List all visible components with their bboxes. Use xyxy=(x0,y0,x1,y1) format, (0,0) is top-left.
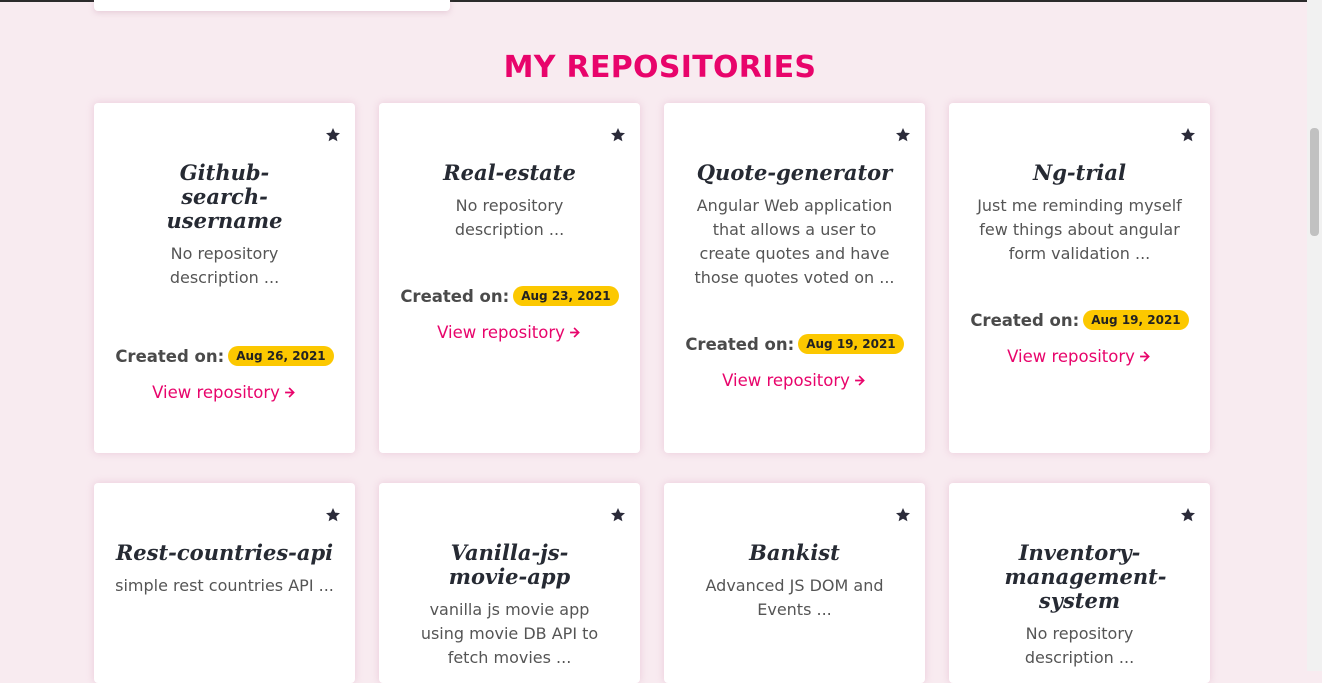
repo-description: simple rest countries API ... xyxy=(115,576,334,595)
scrollbar-thumb[interactable] xyxy=(1310,128,1319,236)
arrow-right-icon xyxy=(854,374,867,387)
repo-description: No repository description ... xyxy=(169,244,280,287)
created-label: Created on: xyxy=(400,286,510,306)
star-icon[interactable] xyxy=(895,507,913,525)
section-title: MY REPOSITORIES xyxy=(503,50,817,85)
repo-name: Bankist xyxy=(749,540,840,565)
repo-description: No repository description ... xyxy=(454,196,565,239)
created-label: Created on: xyxy=(685,334,795,354)
created-on: Created on: Aug 26, 2021 xyxy=(108,346,341,366)
star-icon[interactable] xyxy=(1180,507,1198,525)
repo-card: Bankist Advanced JS DOM and Events ... xyxy=(664,483,925,683)
repo-description: No repository description ... xyxy=(1024,624,1135,667)
repo-name: Vanilla-js-movie-app xyxy=(448,540,571,589)
view-repository-link[interactable]: View repository xyxy=(1007,347,1152,366)
arrow-right-icon xyxy=(1139,350,1152,363)
date-badge: Aug 19, 2021 xyxy=(1083,310,1189,330)
repo-name: Rest-countries-api xyxy=(115,540,334,565)
date-badge: Aug 19, 2021 xyxy=(798,334,904,354)
view-repository-label: View repository xyxy=(152,383,280,402)
repo-card: Inventory-management-system No repositor… xyxy=(949,483,1210,683)
view-repository-label: View repository xyxy=(722,371,850,390)
repo-name: Ng-trial xyxy=(1033,160,1126,185)
repo-description: vanilla js movie app using movie DB API … xyxy=(420,600,599,667)
previous-section-card xyxy=(94,0,450,11)
repo-description: Advanced JS DOM and Events ... xyxy=(705,576,884,619)
repo-card: Vanilla-js-movie-app vanilla js movie ap… xyxy=(379,483,640,683)
view-repository-link[interactable]: View repository xyxy=(152,383,297,402)
date-badge: Aug 26, 2021 xyxy=(228,346,334,366)
created-on: Created on: Aug 19, 2021 xyxy=(678,334,911,354)
star-icon[interactable] xyxy=(1180,127,1198,145)
created-label: Created on: xyxy=(115,346,225,366)
star-icon[interactable] xyxy=(325,507,343,525)
repo-card: Real-estate No repository description ..… xyxy=(379,103,640,453)
repo-name: Github-search-username xyxy=(166,160,283,233)
view-repository-label: View repository xyxy=(437,323,565,342)
date-badge: Aug 23, 2021 xyxy=(513,286,619,306)
repo-description: Angular Web application that allows a us… xyxy=(694,196,895,287)
star-icon[interactable] xyxy=(610,127,628,145)
created-label: Created on: xyxy=(970,310,1080,330)
repo-card: Quote-generator Angular Web application … xyxy=(664,103,925,453)
star-icon[interactable] xyxy=(325,127,343,145)
star-icon[interactable] xyxy=(610,507,628,525)
repo-card: Rest-countries-api simple rest countries… xyxy=(94,483,355,683)
arrow-right-icon xyxy=(284,386,297,399)
created-on: Created on: Aug 23, 2021 xyxy=(393,286,626,306)
created-on: Created on: Aug 19, 2021 xyxy=(963,310,1196,330)
repo-description: Just me reminding myself few things abou… xyxy=(977,196,1182,263)
view-repository-label: View repository xyxy=(1007,347,1135,366)
repo-card: Github-search-username No repository des… xyxy=(94,103,355,453)
page-scrollbar[interactable] xyxy=(1307,0,1322,671)
repo-name: Real-estate xyxy=(443,160,576,185)
view-repository-link[interactable]: View repository xyxy=(437,323,582,342)
arrow-right-icon xyxy=(569,326,582,339)
repo-card: Ng-trial Just me reminding myself few th… xyxy=(949,103,1210,453)
star-icon[interactable] xyxy=(895,127,913,145)
repo-name: Quote-generator xyxy=(696,160,893,185)
view-repository-link[interactable]: View repository xyxy=(722,371,867,390)
repo-name: Inventory-management-system xyxy=(1004,540,1167,613)
